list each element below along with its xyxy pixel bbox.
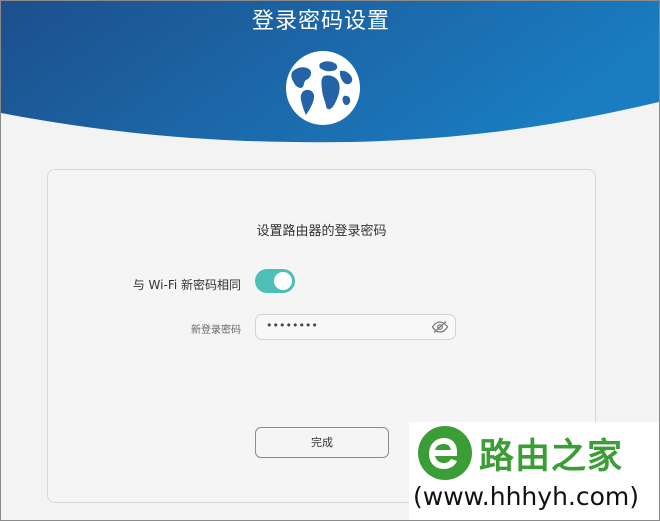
same-as-wifi-toggle[interactable] bbox=[255, 269, 295, 293]
router-setup-page: 登录密码设置 设置路由器的登录密码 与 Wi-Fi 新密码相同 新登录密码 ••… bbox=[0, 0, 660, 521]
new-password-label: 新登录密码 bbox=[191, 325, 241, 336]
same-as-wifi-label: 与 Wi-Fi 新密码相同 bbox=[132, 278, 241, 292]
toggle-knob bbox=[274, 272, 292, 290]
watermark-url: (www.hhhyh.com) bbox=[413, 482, 640, 511]
new-password-input[interactable]: •••••••• bbox=[255, 314, 456, 340]
letter-e-logo bbox=[418, 426, 472, 480]
watermark-brand: 路由之家 bbox=[479, 437, 624, 477]
eye-hidden-icon[interactable] bbox=[431, 320, 449, 334]
page-title: 登录密码设置 bbox=[251, 9, 390, 34]
done-button[interactable]: 完成 bbox=[255, 427, 389, 458]
globe-icon bbox=[286, 51, 360, 125]
header-banner: 登录密码设置 bbox=[1, 1, 659, 151]
card-title: 设置路由器的登录密码 bbox=[256, 224, 387, 239]
watermark: 路由之家 (www.hhhyh.com) bbox=[409, 422, 659, 520]
password-value: •••••••• bbox=[266, 319, 318, 332]
